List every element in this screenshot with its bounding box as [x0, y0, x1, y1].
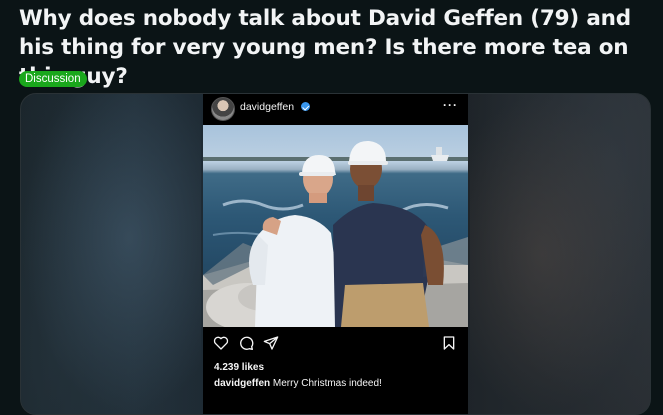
bookmark-icon	[443, 336, 455, 350]
likes-count: 4.239 likes	[214, 362, 265, 373]
comment-icon	[240, 336, 254, 350]
instagram-action-bar	[203, 335, 468, 357]
instagram-caption: davidgeffen Merry Christmas indeed!	[214, 378, 464, 389]
verified-badge-icon	[301, 102, 310, 111]
more-options-icon: ···	[443, 98, 458, 112]
media-blur-left	[21, 94, 201, 414]
instagram-photo	[203, 125, 468, 327]
post-title[interactable]: Why does nobody talk about David Geffen …	[19, 4, 649, 91]
instagram-post-screenshot: davidgeffen ··· 4.239 likes davidgeffen …	[203, 94, 468, 414]
avatar	[211, 97, 235, 121]
boat-photo-illustration	[203, 140, 468, 327]
post-media[interactable]: davidgeffen ··· 4.239 likes davidgeffen …	[20, 93, 651, 415]
media-blur-right	[470, 94, 650, 414]
share-icon	[263, 336, 279, 350]
instagram-post-header: davidgeffen ···	[203, 94, 468, 124]
heart-icon	[213, 336, 229, 350]
flair-badge[interactable]: Discussion	[19, 71, 87, 87]
caption-text: Merry Christmas indeed!	[270, 378, 382, 389]
instagram-username: davidgeffen	[240, 101, 295, 113]
caption-username: davidgeffen	[214, 378, 271, 389]
